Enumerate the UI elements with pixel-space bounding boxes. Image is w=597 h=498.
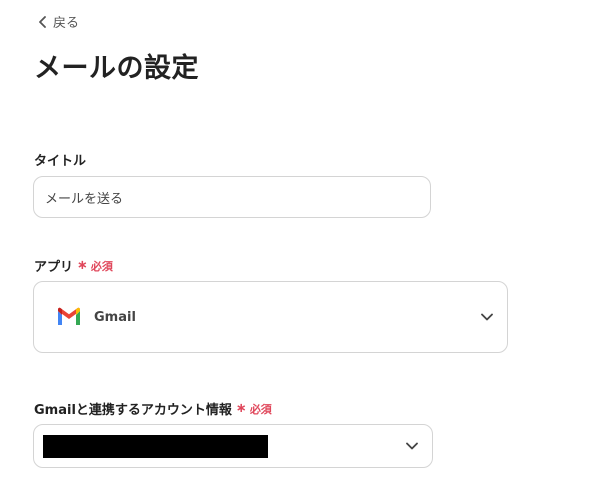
app-field-label: アプリ ∗ 必須 [34,256,113,275]
required-badge: ∗ 必須 [77,258,113,274]
title-field-label-text: タイトル [34,154,87,169]
account-field-label-text: Gmailと連携するアカウント情報 [34,403,232,418]
gmail-icon [58,307,80,325]
settings-page: 戻る メールの設定 タイトル メールを送る アプリ ∗ 必須 Gmail Gma… [0,0,597,498]
page-title: メールの設定 [34,53,199,84]
title-field-label: タイトル [34,150,86,169]
required-label: 必須 [249,402,272,416]
title-input[interactable]: メールを送る [33,176,431,218]
selected-app-name: Gmail [94,309,136,325]
title-input-value: メールを送る [45,191,124,207]
account-select[interactable] [33,424,433,468]
back-button[interactable]: 戻る [38,12,79,31]
required-label: 必須 [90,259,113,273]
asterisk-icon: ∗ [77,258,88,273]
required-badge: ∗ 必須 [236,401,272,417]
chevron-left-icon [39,15,46,28]
app-field-label-text: アプリ [34,260,74,275]
back-label: 戻る [53,16,80,31]
asterisk-icon: ∗ [235,401,247,416]
account-field-label: Gmailと連携するアカウント情報 ∗ 必須 [34,399,272,418]
app-select[interactable]: Gmail [33,281,508,353]
chevron-down-icon [481,313,493,321]
redacted-account-value [43,435,268,458]
chevron-down-icon [406,442,418,450]
